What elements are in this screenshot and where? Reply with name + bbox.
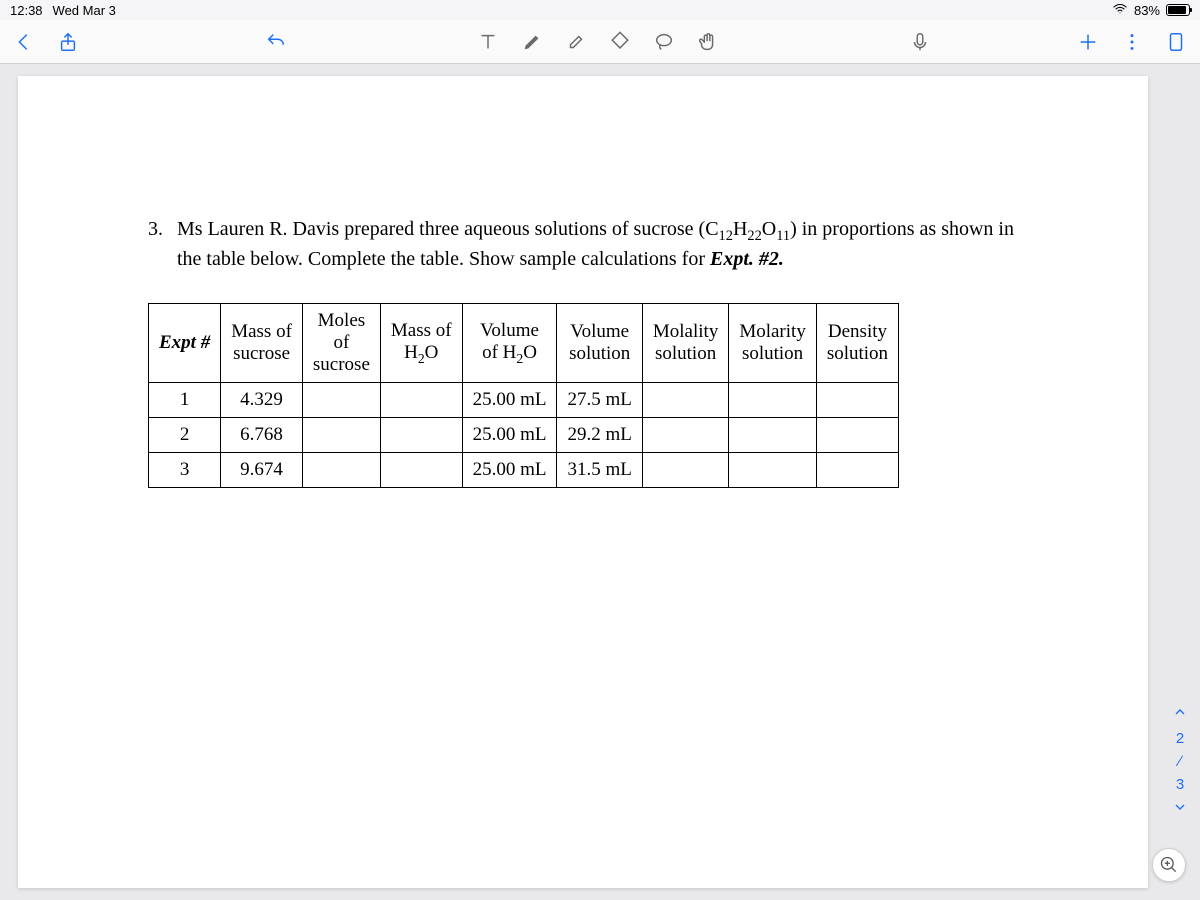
col-mass-sucrose: Mass ofsucrose xyxy=(221,304,303,383)
page-navigator: 2 ∕ 3 xyxy=(1172,704,1188,819)
table-row: 1 4.329 25.00 mL 27.5 mL xyxy=(149,383,899,418)
canvas-area[interactable]: 3. Ms Lauren R. Davis prepared three aqu… xyxy=(0,64,1200,900)
col-mass-h2o: Mass ofH2O xyxy=(380,304,462,383)
question-number: 3. xyxy=(148,216,163,273)
page-next-icon[interactable] xyxy=(1172,799,1188,819)
col-molality: Molalitysolution xyxy=(642,304,728,383)
page-slash: ∕ xyxy=(1179,753,1182,770)
page-current: 2 xyxy=(1176,730,1184,747)
col-moles-sucrose: Molesofsucrose xyxy=(302,304,380,383)
microphone-icon[interactable] xyxy=(908,30,932,54)
document-page: 3. Ms Lauren R. Davis prepared three aqu… xyxy=(18,76,1148,888)
question-block: 3. Ms Lauren R. Davis prepared three aqu… xyxy=(148,216,1038,273)
page-view-icon[interactable] xyxy=(1164,30,1188,54)
pen-tool-icon[interactable] xyxy=(520,30,544,54)
eraser-tool-icon[interactable] xyxy=(608,30,632,54)
back-icon[interactable] xyxy=(12,30,36,54)
zoom-in-button[interactable] xyxy=(1152,848,1186,882)
table-row: 2 6.768 25.00 mL 29.2 mL xyxy=(149,418,899,453)
experiment-table: Expt # Mass ofsucrose Molesofsucrose Mas… xyxy=(148,303,899,488)
wifi-icon xyxy=(1112,1,1128,20)
col-vol-h2o: Volumeof H2O xyxy=(462,304,557,383)
status-time: 12:38 xyxy=(10,3,43,18)
question-text: Ms Lauren R. Davis prepared three aqueou… xyxy=(177,216,1038,273)
app-toolbar xyxy=(0,20,1200,64)
col-vol-solution: Volumesolution xyxy=(557,304,642,383)
more-icon[interactable] xyxy=(1120,30,1144,54)
col-expt: Expt # xyxy=(149,304,221,383)
status-date: Wed Mar 3 xyxy=(53,3,116,18)
col-density: Densitysolution xyxy=(816,304,898,383)
highlighter-tool-icon[interactable] xyxy=(564,30,588,54)
table-row: 3 9.674 25.00 mL 31.5 mL xyxy=(149,453,899,488)
col-molarity: Molaritysolution xyxy=(729,304,817,383)
add-icon[interactable] xyxy=(1076,30,1100,54)
text-tool-icon[interactable] xyxy=(476,30,500,54)
hand-tool-icon[interactable] xyxy=(696,30,720,54)
undo-icon[interactable] xyxy=(264,30,288,54)
lasso-tool-icon[interactable] xyxy=(652,30,676,54)
battery-percent: 83% xyxy=(1134,3,1160,18)
status-bar: 12:38 Wed Mar 3 83% xyxy=(0,0,1200,20)
page-prev-icon[interactable] xyxy=(1172,704,1188,724)
page-total: 3 xyxy=(1176,776,1184,793)
battery-icon xyxy=(1166,4,1190,16)
share-icon[interactable] xyxy=(56,30,80,54)
